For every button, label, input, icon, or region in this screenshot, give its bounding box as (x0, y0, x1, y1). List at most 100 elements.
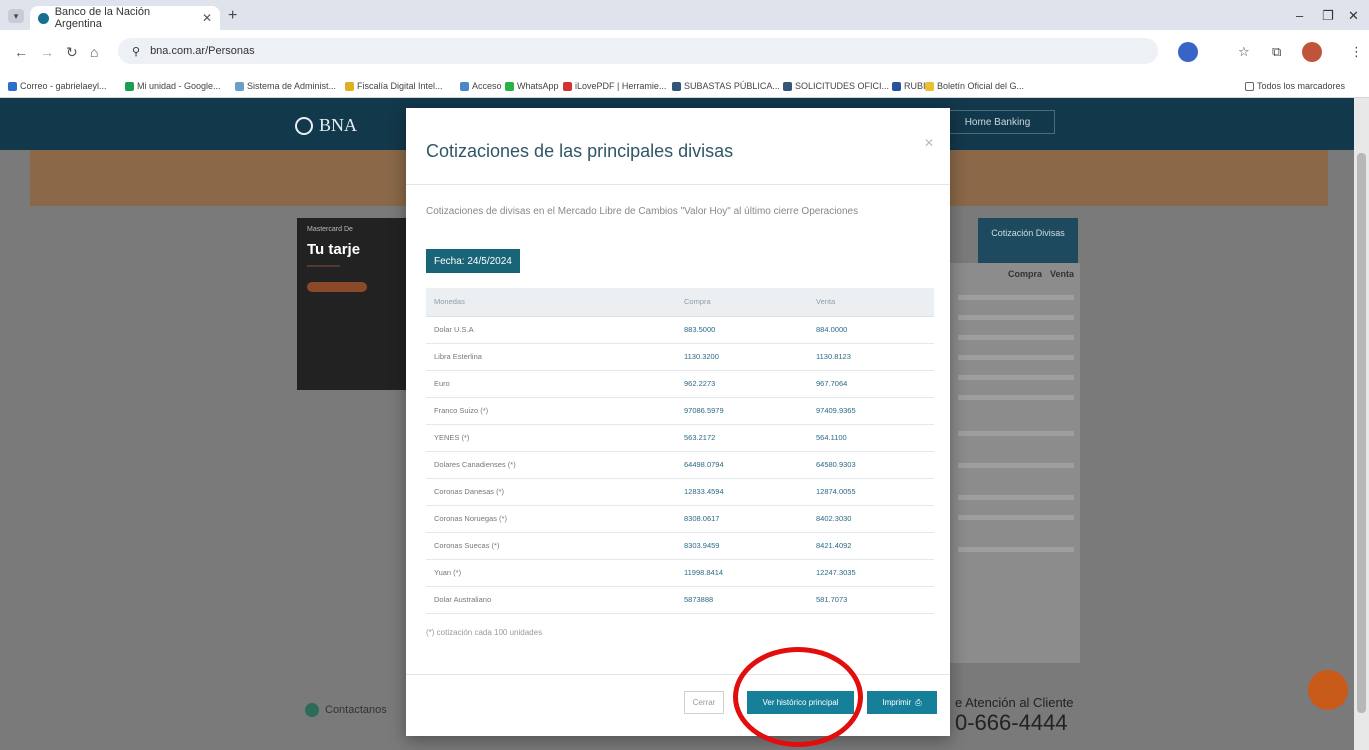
side-row (958, 395, 1074, 400)
site-info-icon[interactable]: ⚲ (132, 45, 140, 58)
buy-rate: 563.2172 (676, 424, 808, 452)
ad-word: ——— (307, 260, 340, 272)
date-badge: Fecha: 24/5/2024 (426, 249, 520, 273)
currency-name: Libra Esterlina (426, 343, 676, 371)
currency-name: YENES (*) (426, 424, 676, 452)
extensions-icon[interactable]: ⧉ (1272, 44, 1281, 60)
close-icon[interactable]: ✕ (924, 136, 934, 150)
bank-logo-icon (295, 116, 313, 135)
close-button[interactable]: Cerrar (684, 691, 724, 714)
bookmark-item[interactable]: SOLICITUDES OFICI... (783, 81, 889, 91)
buy-rate: 962.2273 (676, 370, 808, 398)
side-row (958, 375, 1074, 380)
contact-icon (305, 703, 319, 717)
bookmark-item[interactable]: SUBASTAS PÚBLICA... (672, 81, 780, 91)
home-banking-button[interactable]: Home Banking (940, 110, 1055, 134)
profile-avatar[interactable] (1178, 42, 1198, 62)
sell-rate: 967.7064 (808, 370, 934, 398)
account-avatar[interactable] (1302, 42, 1322, 62)
print-label: Imprimir (882, 698, 912, 707)
currency-name: Coronas Noruegas (*) (426, 505, 676, 533)
scroll-thumb[interactable] (1357, 153, 1366, 713)
sell-rate: 581.7073 (808, 586, 934, 614)
footer-contact[interactable]: Contactanos (305, 703, 387, 717)
page-scrollbar[interactable] (1354, 98, 1369, 750)
footer-phone: 0-666-4444 (955, 710, 1068, 735)
home-icon[interactable]: ⌂ (90, 44, 98, 60)
table-row: Dolar U.S.A 883.5000 884.0000 (426, 316, 934, 344)
new-tab-icon[interactable]: + (228, 7, 237, 25)
table-row: Yuan (*) 11998.8414 12247.3035 (426, 559, 934, 587)
currency-name: Dolares Canadienses (*) (426, 451, 676, 479)
bna-logo[interactable]: BNA (295, 115, 357, 136)
bookmark-item[interactable]: WhatsApp (505, 81, 559, 91)
buy-rate: 11998.8414 (676, 559, 808, 587)
currency-name: Yuan (*) (426, 559, 676, 587)
currency-name: Dolar Australiano (426, 586, 676, 614)
table-row: Coronas Danesas (*) 12833.4594 12874.0055 (426, 478, 934, 506)
close-tab-icon[interactable]: ✕ (202, 11, 212, 25)
modal-title: Cotizaciones de las principales divisas (426, 141, 734, 161)
chat-bubble-icon[interactable] (1308, 670, 1348, 710)
bookmark-item[interactable]: Fiscalía Digital Intel... (345, 81, 443, 91)
restore-icon[interactable]: ❐ (1322, 8, 1334, 24)
bookmark-item[interactable]: Boletín Oficial del G... (925, 81, 1024, 91)
promo-ad[interactable]: Mastercard De Tu tarje ——— (297, 218, 417, 390)
footnote: (*) cotización cada 100 unidades (426, 628, 543, 637)
side-venta-header: Venta (1050, 269, 1075, 279)
bookmark-item[interactable]: Acceso (460, 81, 502, 91)
bookmark-item[interactable]: Mi unidad - Google... (125, 81, 221, 91)
tab-search-icon[interactable]: ▾ (8, 9, 24, 23)
ad-button[interactable] (307, 282, 367, 292)
table-header-row: Monedas Compra Venta (426, 288, 934, 317)
reload-icon[interactable]: ↻ (66, 44, 78, 61)
ad-title: Tu tarje (307, 241, 361, 258)
sell-rate: 64580.9303 (808, 451, 934, 479)
buy-rate: 64498.0794 (676, 451, 808, 479)
forward-icon[interactable]: → (40, 44, 54, 60)
sell-rate: 97409.9365 (808, 397, 934, 425)
print-button[interactable]: Imprimir ⎙ (867, 691, 937, 714)
bookmark-star-icon[interactable]: ☆ (1238, 44, 1250, 60)
close-window-icon[interactable]: ✕ (1348, 8, 1359, 24)
currency-name: Euro (426, 370, 676, 398)
browser-tab-strip: ▾ Banco de la Nación Argentina ✕ + – ❐ ✕ (0, 0, 1369, 30)
browser-tab[interactable]: Banco de la Nación Argentina ✕ (30, 6, 220, 30)
divider (406, 184, 950, 185)
sell-rate: 1130.8123 (808, 343, 934, 371)
table-row: Coronas Suecas (*) 8303.9459 8421.4092 (426, 532, 934, 560)
sell-rate: 12874.0055 (808, 478, 934, 506)
address-toolbar: ← → ↻ ⌂ ⚲ bna.com.ar/Personas ☆ ⧉ ⋮ (0, 30, 1369, 76)
back-icon[interactable]: ← (14, 44, 28, 60)
bookmark-item[interactable]: Correo - gabrielaeyl... (8, 81, 107, 91)
bookmark-item[interactable]: RUBI (892, 81, 926, 91)
print-icon: ⎙ (915, 697, 922, 707)
cotizacion-divisas-tab[interactable]: Cotización Divisas (978, 218, 1078, 263)
side-row (958, 335, 1074, 340)
buy-rate: 883.5000 (676, 316, 808, 344)
rates-table: Monedas Compra Venta Dolar U.S.A 883.5000… (426, 288, 934, 614)
menu-icon[interactable]: ⋮ (1350, 44, 1363, 60)
sell-rate: 8421.4092 (808, 532, 934, 560)
table-row: YENES (*) 563.2172 564.1100 (426, 424, 934, 452)
tab-title: Banco de la Nación Argentina (54, 6, 151, 30)
bookmark-item[interactable]: iLovePDF | Herramie... (563, 81, 666, 91)
buy-rate: 12833.4594 (676, 478, 808, 506)
buy-rate: 8308.0617 (676, 505, 808, 533)
currency-name: Coronas Suecas (*) (426, 532, 676, 560)
modal-description: Cotizaciones de divisas en el Mercado Li… (426, 206, 859, 217)
all-bookmarks-folder[interactable]: Todos los marcadores (1245, 81, 1345, 91)
side-row (958, 431, 1074, 436)
url-text: bna.com.ar/Personas (150, 45, 255, 57)
side-row (958, 295, 1074, 300)
sell-rate: 564.1100 (808, 424, 934, 452)
url-bar[interactable]: ⚲ bna.com.ar/Personas (118, 38, 1158, 64)
side-row (958, 463, 1074, 468)
table-row: Dolares Canadienses (*) 64498.0794 64580.9… (426, 451, 934, 479)
column-header: Compra (676, 288, 808, 317)
minimize-icon[interactable]: – (1296, 8, 1303, 23)
side-compra-header: Compra (1008, 269, 1043, 279)
footer-attention-label: e Atención al Cliente (955, 695, 1074, 710)
table-row: Franco Suizo (*) 97086.5979 97409.9365 (426, 397, 934, 425)
bookmark-item[interactable]: Sistema de Administ... (235, 81, 336, 91)
